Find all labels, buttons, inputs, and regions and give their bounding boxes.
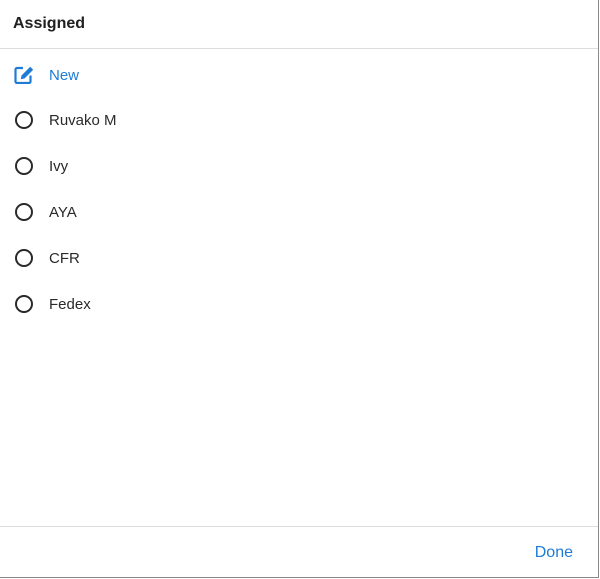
- option-row-ivy[interactable]: Ivy: [0, 143, 598, 189]
- option-row-ruvako-m[interactable]: Ruvako M: [0, 97, 598, 143]
- radio-unchecked-icon[interactable]: [13, 247, 35, 269]
- assigned-dialog: Assigned New Ruvako M Ivy AYA CFR Fedex …: [0, 0, 599, 578]
- assignee-list: New Ruvako M Ivy AYA CFR Fedex: [0, 49, 598, 327]
- new-assignee-button[interactable]: New: [0, 53, 598, 97]
- option-label: Fedex: [49, 295, 91, 313]
- option-label: AYA: [49, 203, 77, 221]
- option-label: Ruvako M: [49, 111, 117, 129]
- dialog-header: Assigned: [0, 0, 598, 49]
- new-label: New: [49, 66, 80, 84]
- option-row-cfr[interactable]: CFR: [0, 235, 598, 281]
- option-label: Ivy: [49, 157, 69, 175]
- done-button[interactable]: Done: [535, 544, 573, 562]
- dialog-title: Assigned: [13, 15, 86, 32]
- radio-unchecked-icon[interactable]: [13, 293, 35, 315]
- dialog-footer: Done: [0, 526, 598, 577]
- radio-unchecked-icon[interactable]: [13, 155, 35, 177]
- radio-unchecked-icon[interactable]: [13, 201, 35, 223]
- edit-icon: [13, 64, 35, 86]
- option-row-fedex[interactable]: Fedex: [0, 281, 598, 327]
- radio-unchecked-icon[interactable]: [13, 109, 35, 131]
- option-row-aya[interactable]: AYA: [0, 189, 598, 235]
- option-label: CFR: [49, 249, 80, 267]
